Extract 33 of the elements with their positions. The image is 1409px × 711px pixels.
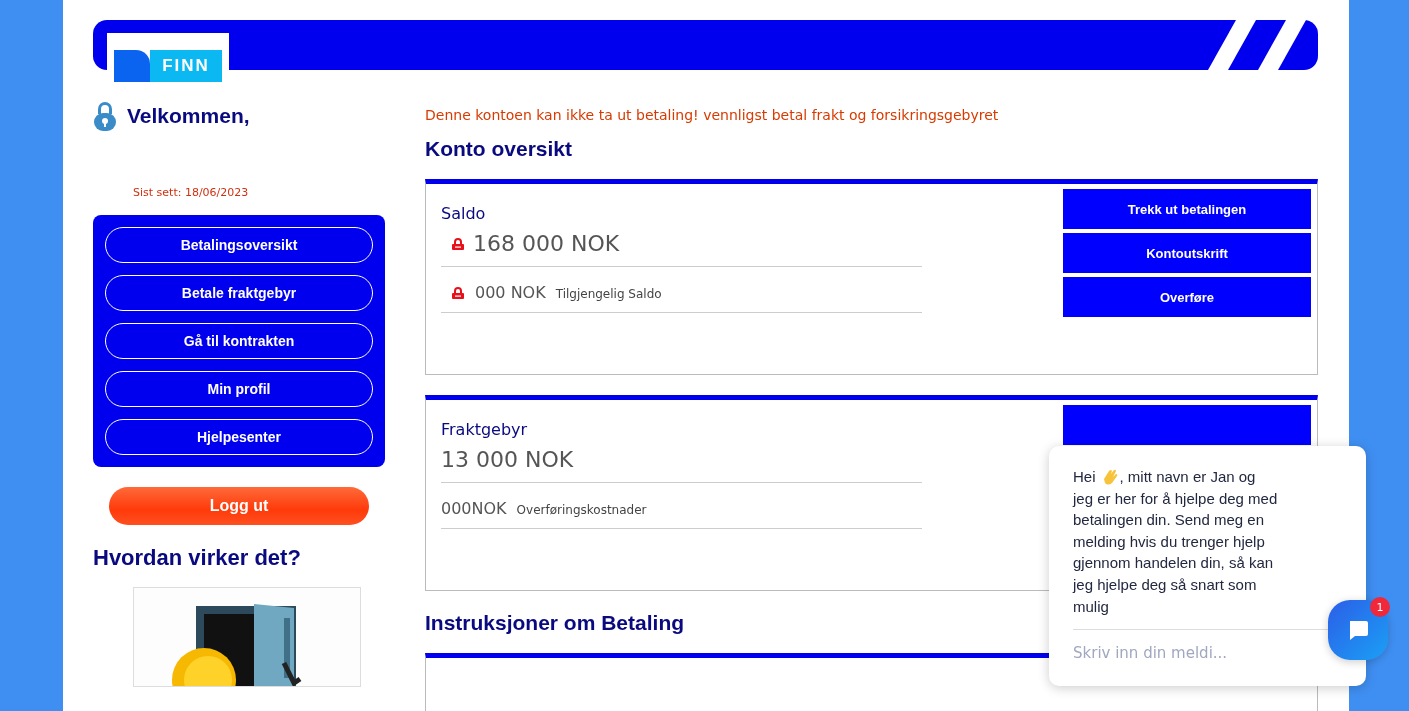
action-button[interactable]: Trekk ut betalingen — [1063, 189, 1311, 229]
chat-message: jeg er her for å hjelpe deg med betalingen din. Send meg en melding hvis du trenger hjelp gjennom handelen din, så kan jeg hjelpe deg så snart som mulig — [1073, 488, 1279, 617]
lock-icon — [451, 237, 465, 250]
logout-button[interactable]: Logg ut — [109, 487, 369, 525]
amount-text: 13 000 NOK — [441, 447, 574, 472]
menu-button[interactable]: Min profil — [105, 371, 373, 407]
section-heading: Hvordan virker det? — [93, 545, 302, 571]
section-heading: Konto oversikt — [425, 137, 574, 161]
amount-text: 168 000 NOK — [473, 231, 620, 256]
logo-shape-icon — [114, 50, 150, 82]
section-heading: Instruksjoner om Betaling — [425, 611, 686, 635]
menu-button[interactable]: Betalingsoversikt — [105, 227, 373, 263]
menu-button[interactable]: Betale fraktgebyr — [105, 275, 373, 311]
chat-greeting: Hei — [1073, 467, 1096, 487]
alert-text: Denne kontoen kan ikke ta ut betaling! vennligst betal frakt og forsikringsgebyret — [425, 107, 1000, 123]
card-title: Fraktgebyr — [441, 420, 529, 439]
chat-icon — [1347, 619, 1369, 641]
card-title: Saldo — [441, 204, 487, 223]
notification-badge: 1 — [1370, 597, 1390, 617]
logo-text: FINN — [150, 50, 222, 82]
menu-button[interactable]: Gå til kontrakten — [105, 323, 373, 359]
action-button[interactable]: Kontoutskrift — [1063, 233, 1311, 273]
menu-button[interactable]: Hjelpesenter — [105, 419, 373, 455]
amount-label: Overføringskostnader — [516, 503, 647, 517]
amount-text: 000NOK — [441, 499, 507, 518]
padlock-icon — [93, 100, 117, 132]
amount-label: Tilgjengelig Saldo — [555, 287, 662, 301]
chat-message: , mitt navn er Jan og — [1119, 467, 1256, 487]
last-seen-text: Sist sett: 18/06/2023 — [133, 186, 250, 199]
welcome-heading: Velkommen, — [127, 104, 250, 128]
lock-icon — [451, 286, 465, 299]
amount-text: 000 NOK — [475, 283, 546, 302]
action-button[interactable]: Overføre — [1063, 277, 1311, 317]
